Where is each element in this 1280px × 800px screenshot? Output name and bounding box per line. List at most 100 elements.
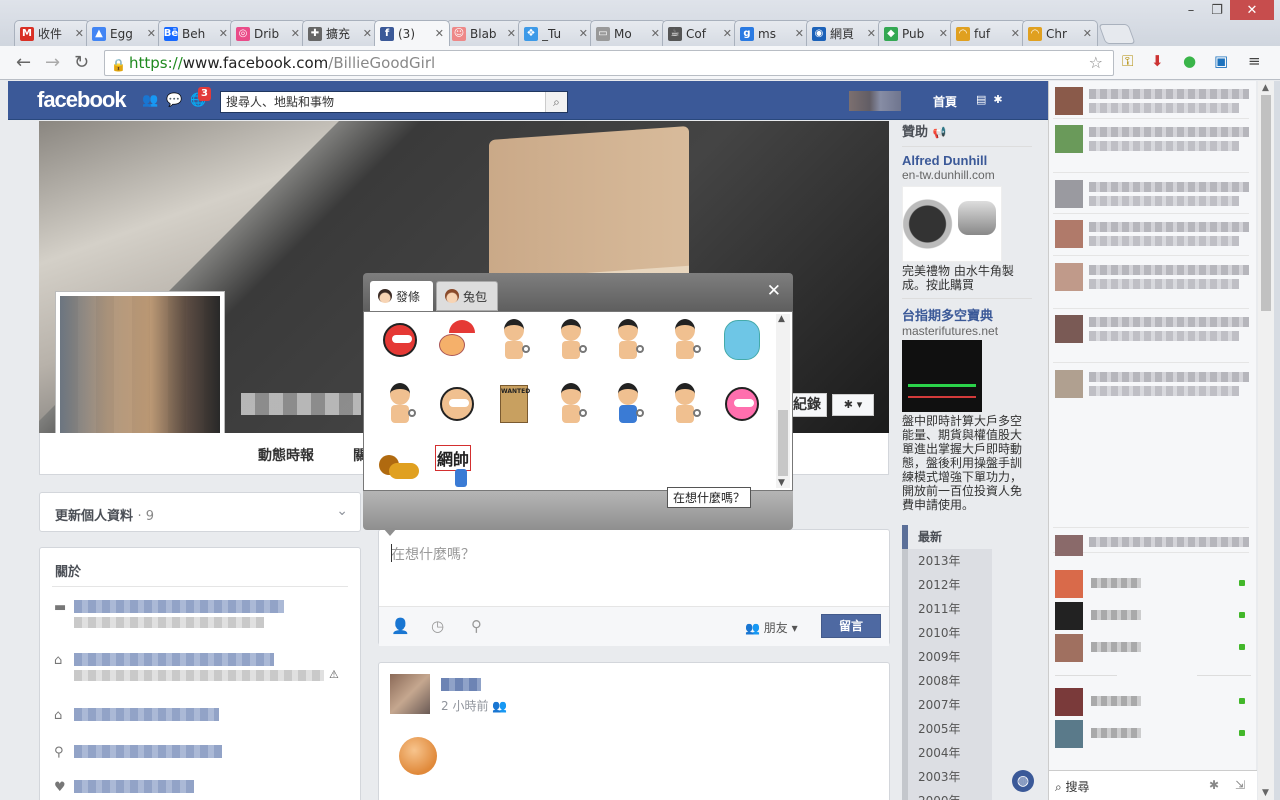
tab-close-icon[interactable]: ✕	[363, 27, 372, 40]
browser-tab[interactable]: ☺ Blab ✕	[446, 20, 522, 46]
tab-close-icon[interactable]: ✕	[939, 27, 948, 40]
menu-icon[interactable]: ≡	[1248, 52, 1261, 70]
sticker-item[interactable]	[663, 318, 707, 362]
ad1-title[interactable]: Alfred Dunhill	[902, 153, 1032, 168]
year-item[interactable]: 2009年	[902, 645, 992, 669]
tab-close-icon[interactable]: ✕	[435, 27, 444, 40]
status-composer[interactable]: 在想什麼嗎？ 👤 ◷ ⚲ 👥 朋友 ▾ 留言	[378, 529, 890, 646]
ticker-story[interactable]	[1053, 366, 1249, 528]
tag-friends-icon[interactable]: 👤	[391, 617, 410, 635]
browser-tab[interactable]: g ms ✕	[734, 20, 810, 46]
new-tab-button[interactable]	[1098, 24, 1136, 44]
browser-tab[interactable]: ✚ 擴充 ✕	[302, 20, 378, 46]
browser-tab[interactable]: ❖ _Tu ✕	[518, 20, 594, 46]
forward-icon[interactable]: →	[45, 52, 60, 73]
search-icon[interactable]: ⌕	[545, 92, 567, 112]
friend-requests-icon[interactable]: 👥	[142, 93, 158, 108]
sticker-item[interactable]	[378, 318, 422, 362]
user-avatar-name[interactable]	[849, 91, 901, 111]
sticker-item[interactable]: WANTED	[492, 382, 536, 426]
browser-tab[interactable]: ◆ Pub ✕	[878, 20, 954, 46]
sticker-item[interactable]	[549, 318, 593, 362]
post-author-name[interactable]	[441, 678, 481, 691]
post-author-avatar[interactable]	[390, 674, 430, 714]
sticker-item[interactable]	[435, 318, 479, 362]
ad1-image[interactable]	[902, 186, 1002, 262]
close-icon[interactable]: ✕	[767, 281, 781, 301]
about-education-row[interactable]: ⌂ ⚠	[54, 653, 354, 693]
tab-close-icon[interactable]: ✕	[795, 27, 804, 40]
year-item[interactable]: 2000年	[902, 789, 992, 800]
clock-icon[interactable]: ◷	[431, 617, 444, 635]
year-item[interactable]: 2005年	[902, 717, 992, 741]
year-item[interactable]: 2013年	[902, 549, 992, 573]
chat-contact[interactable]	[1049, 600, 1257, 632]
post-timestamp[interactable]: 2 小時前 👥	[441, 697, 507, 714]
page-scrollbar[interactable]: ▲ ▼	[1258, 81, 1274, 800]
browser-tab[interactable]: ▭ Mo ✕	[590, 20, 666, 46]
ticker-story[interactable]	[1053, 531, 1249, 556]
about-from-row[interactable]: ⚲	[54, 745, 354, 785]
browser-tab[interactable]: ▲ Egg ✕	[86, 20, 162, 46]
home-link[interactable]: 首頁	[933, 93, 957, 110]
year-item[interactable]: 2010年	[902, 621, 992, 645]
browser-tab[interactable]: ☕ Cof ✕	[662, 20, 738, 46]
address-bar[interactable]: 🔒 https://www.facebook.com/BillieGoodGir…	[104, 50, 1114, 76]
browser-tab[interactable]: Bē Beh ✕	[158, 20, 234, 46]
sticker-item[interactable]	[606, 318, 650, 362]
extension-download-icon[interactable]: ⬇	[1151, 52, 1164, 70]
maximize-button[interactable]: ❐	[1204, 0, 1230, 20]
tab-close-icon[interactable]: ✕	[579, 27, 588, 40]
privacy-and-settings-icons[interactable]: ▤ ✱	[976, 93, 1003, 106]
reload-icon[interactable]: ↻	[74, 52, 89, 73]
sticker-scrollbar[interactable]: ▲ ▼	[776, 314, 790, 488]
ticker-story[interactable]	[1053, 176, 1249, 214]
chat-settings-icon[interactable]: ✱	[1209, 778, 1219, 792]
extension-key-icon[interactable]: ⚿	[1122, 52, 1133, 70]
ticker-story[interactable]	[1053, 216, 1249, 256]
back-icon[interactable]: ←	[16, 52, 31, 73]
chat-contact[interactable]	[1049, 686, 1257, 718]
year-item[interactable]: 2008年	[902, 669, 992, 693]
chat-contact[interactable]	[1049, 632, 1257, 664]
sticker-item[interactable]	[492, 318, 536, 362]
year-item[interactable]: 2012年	[902, 573, 992, 597]
tab-close-icon[interactable]: ✕	[1011, 27, 1020, 40]
year-item[interactable]: 最新	[902, 525, 992, 549]
sticker-item[interactable]	[378, 446, 422, 490]
sticker-tab-1[interactable]: 發條	[370, 281, 433, 311]
extension-screen-icon[interactable]: ▣	[1214, 52, 1228, 70]
year-item[interactable]: 2007年	[902, 693, 992, 717]
location-icon[interactable]: ⚲	[471, 617, 482, 635]
tab-close-icon[interactable]: ✕	[219, 27, 228, 40]
sticker-item[interactable]	[720, 318, 764, 362]
tab-close-icon[interactable]: ✕	[147, 27, 156, 40]
search-input[interactable]: 搜尋人、地點和事物 ⌕	[220, 91, 568, 113]
sticker-item[interactable]	[606, 382, 650, 426]
sticker-tab-2[interactable]: 兔包	[436, 281, 498, 311]
settings-dropdown-button[interactable]: ✱ ▾	[832, 394, 874, 416]
tab-close-icon[interactable]: ✕	[291, 27, 300, 40]
ticker-story[interactable]	[1053, 83, 1249, 119]
tab-close-icon[interactable]: ✕	[507, 27, 516, 40]
chat-search-input[interactable]: ⌕ 搜尋	[1055, 778, 1090, 795]
tab-close-icon[interactable]: ✕	[651, 27, 660, 40]
about-relationship-row[interactable]: ♥	[54, 780, 354, 800]
bookmark-star-icon[interactable]: ☆	[1089, 51, 1103, 75]
year-item[interactable]: 2003年	[902, 765, 992, 789]
browser-tab[interactable]: M 收件 ✕	[14, 20, 90, 46]
language-globe-icon[interactable]: ◍	[1012, 770, 1034, 792]
browser-tab[interactable]: ◎ Drib ✕	[230, 20, 306, 46]
extension-evernote-icon[interactable]: ●	[1183, 52, 1196, 70]
minimize-button[interactable]: –	[1178, 0, 1204, 20]
ticker-story[interactable]	[1053, 121, 1249, 173]
browser-tab[interactable]: ◉ 網頁 ✕	[806, 20, 882, 46]
ad2-image[interactable]	[902, 340, 982, 412]
audience-selector[interactable]: 👥 朋友 ▾	[745, 619, 798, 636]
tab-timeline[interactable]: 動態時報	[258, 445, 314, 465]
sticker-item[interactable]: 網帥	[435, 445, 479, 490]
sticker-item[interactable]	[378, 382, 422, 426]
browser-tab[interactable]: f (3) ✕	[374, 20, 450, 46]
tab-close-icon[interactable]: ✕	[1083, 27, 1092, 40]
messages-icon[interactable]: 💬	[166, 93, 182, 108]
